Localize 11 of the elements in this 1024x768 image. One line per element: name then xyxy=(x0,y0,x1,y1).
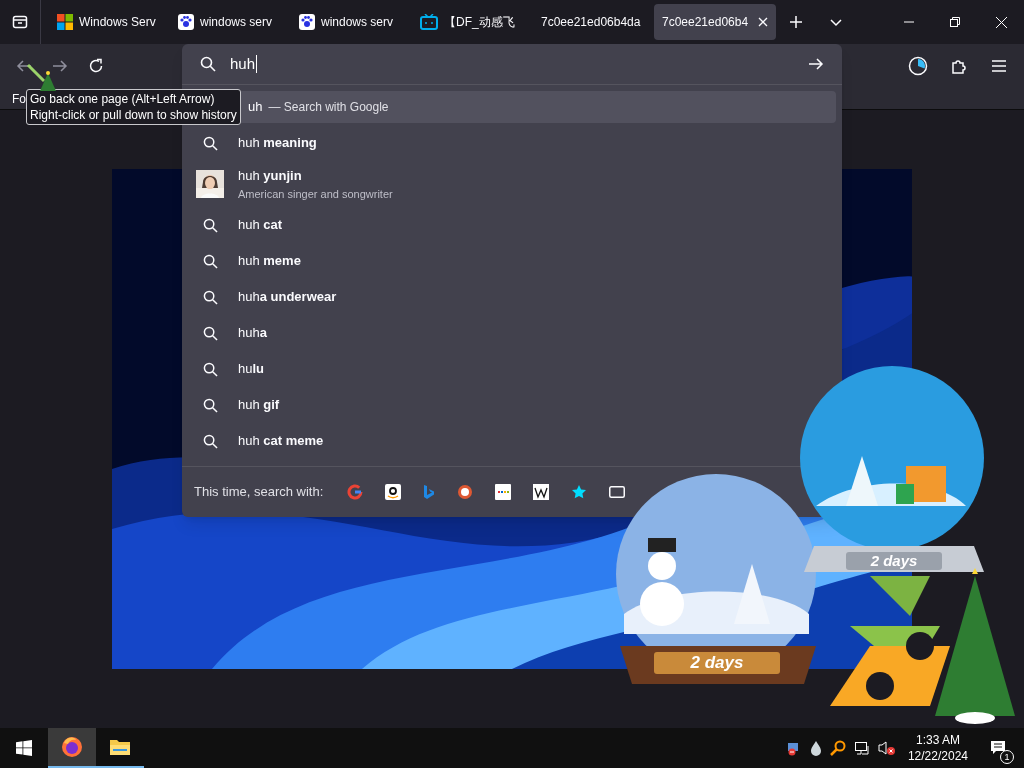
suggestion-text: uh xyxy=(248,98,263,117)
tab-title: windows serv xyxy=(321,14,395,31)
suggestion-action: — Search with Google xyxy=(268,99,389,116)
tab-title: windows serv xyxy=(200,14,274,31)
notification-count: 1 xyxy=(1000,750,1014,764)
suggestion-text: huh meaning xyxy=(238,134,317,153)
tab-title: 7c0ee21ed06b4 xyxy=(662,14,750,31)
address-text: huh xyxy=(230,55,258,73)
tab-title: 7c0ee21ed06b4da xyxy=(541,14,642,31)
tab-title: 【DF_动感飞 xyxy=(444,14,516,31)
tab-title: Windows Serv xyxy=(79,14,157,31)
